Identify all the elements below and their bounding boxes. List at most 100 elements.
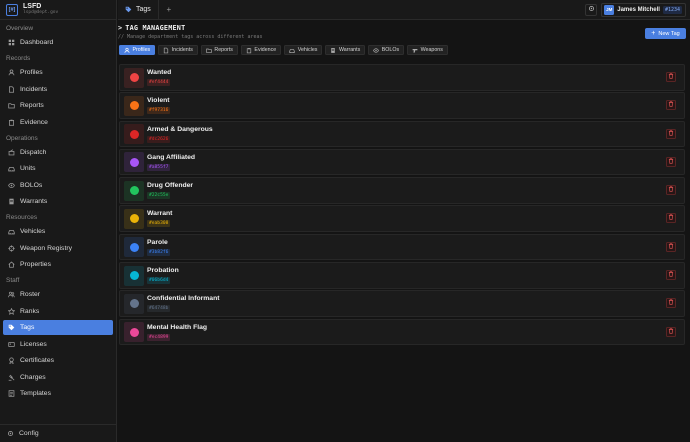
card-icon — [8, 341, 15, 348]
config-button[interactable]: Config — [0, 424, 117, 442]
delete-tag-button[interactable] — [666, 72, 676, 82]
sidebar-item-licenses[interactable]: Licenses — [3, 337, 113, 352]
tag-color-dot — [129, 157, 139, 167]
car-icon — [8, 165, 15, 172]
tag-row: Gang Affiliated #a855f7 — [119, 148, 685, 176]
user-badge: #1234 — [662, 5, 682, 14]
sidebar-item-label: Profiles — [20, 69, 43, 76]
user-icon — [8, 69, 15, 76]
sidebar-item-vehicles[interactable]: Vehicles — [3, 224, 113, 239]
delete-tag-button[interactable] — [666, 100, 676, 111]
sidebar-item-templates[interactable]: Templates — [3, 386, 113, 401]
trash-icon — [668, 243, 674, 251]
delete-tag-button[interactable] — [666, 185, 676, 196]
tag-color-dot — [129, 186, 139, 196]
trash-icon — [668, 73, 674, 81]
sidebar-item-label: Certificates — [20, 357, 54, 364]
filter-bolos[interactable]: BOLOs — [368, 45, 405, 55]
tab-tags[interactable]: Tags — [118, 0, 159, 20]
tag-hex: #3b82f6 — [147, 248, 171, 256]
sidebar-item-warrants[interactable]: Warrants — [3, 194, 113, 209]
tag-row: Wanted #ef4444 — [119, 64, 685, 91]
new-tag-button[interactable]: + New Tag — [645, 28, 686, 39]
tag-name: Gang Affiliated — [147, 153, 196, 161]
tag-list: Wanted #ef4444 Violent #f97316 Armed & Dange… — [119, 64, 685, 347]
filter-label: Evidence — [254, 47, 277, 53]
sidebar-item-units[interactable]: Units — [3, 161, 113, 176]
filter-tabs: Profiles Incidents Reports Evidence Vehicles… — [119, 45, 451, 55]
template-icon — [8, 390, 15, 397]
filter-reports[interactable]: Reports — [200, 45, 238, 55]
brand-logo: [#] — [6, 3, 18, 16]
sidebar-item-roster[interactable]: Roster — [3, 287, 113, 302]
filter-weapons[interactable]: Weapons — [407, 45, 448, 55]
sidebar-item-evidence[interactable]: Evidence — [3, 115, 113, 130]
filter-warrants[interactable]: Warrants — [325, 45, 366, 55]
eye-icon — [8, 182, 15, 189]
sidebar-item-certificates[interactable]: Certificates — [3, 353, 113, 368]
tag-name: Probation — [147, 267, 179, 275]
filter-profiles[interactable]: Profiles — [119, 45, 156, 55]
tag-hex: #a855f7 — [147, 163, 171, 171]
tag-name: Mental Health Flag — [147, 323, 208, 331]
sidebar-item-profiles[interactable]: Profiles — [3, 65, 113, 80]
tab-label: Tags — [136, 6, 151, 13]
delete-tag-button[interactable] — [666, 213, 676, 224]
tag-swatch — [124, 67, 144, 88]
filter-incidents[interactable]: Incidents — [158, 45, 198, 55]
sidebar-item-reports[interactable]: Reports — [3, 98, 113, 113]
sidebar-item-label: Tags — [20, 324, 35, 331]
sidebar-item-dispatch[interactable]: Dispatch — [3, 145, 113, 160]
filter-label: Warrants — [338, 47, 361, 53]
delete-tag-button[interactable] — [666, 128, 676, 139]
trash-icon — [668, 129, 674, 138]
sidebar-item-incidents[interactable]: Incidents — [3, 82, 113, 97]
filter-evidence[interactable]: Evidence — [240, 45, 282, 55]
sidebar: [#] LSFD lspd@dept.gov Overview Dashboard… — [0, 0, 117, 442]
delete-tag-button[interactable] — [666, 241, 676, 252]
settings-button[interactable] — [585, 3, 598, 16]
delete-tag-button[interactable] — [666, 298, 676, 309]
star-icon — [8, 307, 15, 315]
sidebar-item-tags[interactable]: Tags — [3, 320, 113, 335]
sidebar-item-label: Weapon Registry — [20, 244, 73, 252]
clipboard-icon — [8, 119, 15, 126]
sidebar-item-label: Dispatch — [20, 148, 47, 156]
sidebar-item-charges[interactable]: Charges — [3, 370, 113, 385]
gavel-icon — [8, 374, 15, 381]
sidebar-item-label: Reports — [20, 102, 44, 109]
grid-icon — [8, 39, 15, 46]
tag-swatch — [124, 152, 144, 173]
filter-label: Vehicles — [297, 47, 318, 53]
tag-swatch — [124, 265, 144, 286]
tag-name: Warrant — [147, 210, 173, 218]
sidebar-item-weapon-registry[interactable]: Weapon Registry — [3, 241, 113, 256]
delete-tag-button[interactable] — [666, 156, 676, 167]
sidebar-item-label: Warrants — [20, 198, 48, 205]
filter-label: BOLOs — [381, 47, 400, 53]
doc-icon — [8, 198, 15, 205]
delete-tag-button[interactable] — [666, 270, 676, 281]
radio-icon — [8, 148, 15, 156]
sidebar-item-bolos[interactable]: BOLOs — [3, 178, 113, 193]
tag-hex: #64748b — [147, 305, 171, 313]
nav-section-title: Staff — [6, 277, 20, 284]
sidebar-item-properties[interactable]: Properties — [3, 257, 113, 272]
tag-color-dot — [129, 271, 139, 281]
sidebar-item-ranks[interactable]: Ranks — [3, 304, 113, 319]
add-tab-button[interactable]: + — [163, 4, 175, 16]
user-menu[interactable]: JM James Mitchell #1234 — [601, 2, 686, 17]
home-icon — [8, 261, 15, 268]
sidebar-item-dashboard[interactable]: Dashboard — [3, 35, 113, 50]
delete-tag-button[interactable] — [666, 326, 676, 337]
new-tag-label: New Tag — [658, 30, 680, 37]
clipboard-icon — [246, 47, 252, 54]
tag-hex: #06b6d4 — [147, 277, 171, 285]
tag-hex: #dc2626 — [147, 135, 171, 143]
tag-hex: #ec4899 — [147, 333, 171, 341]
filter-vehicles[interactable]: Vehicles — [284, 45, 323, 55]
trash-icon — [668, 328, 674, 336]
tag-name: Parole — [147, 238, 168, 246]
tag-name: Violent — [147, 97, 170, 105]
tag-color-dot — [129, 73, 139, 82]
